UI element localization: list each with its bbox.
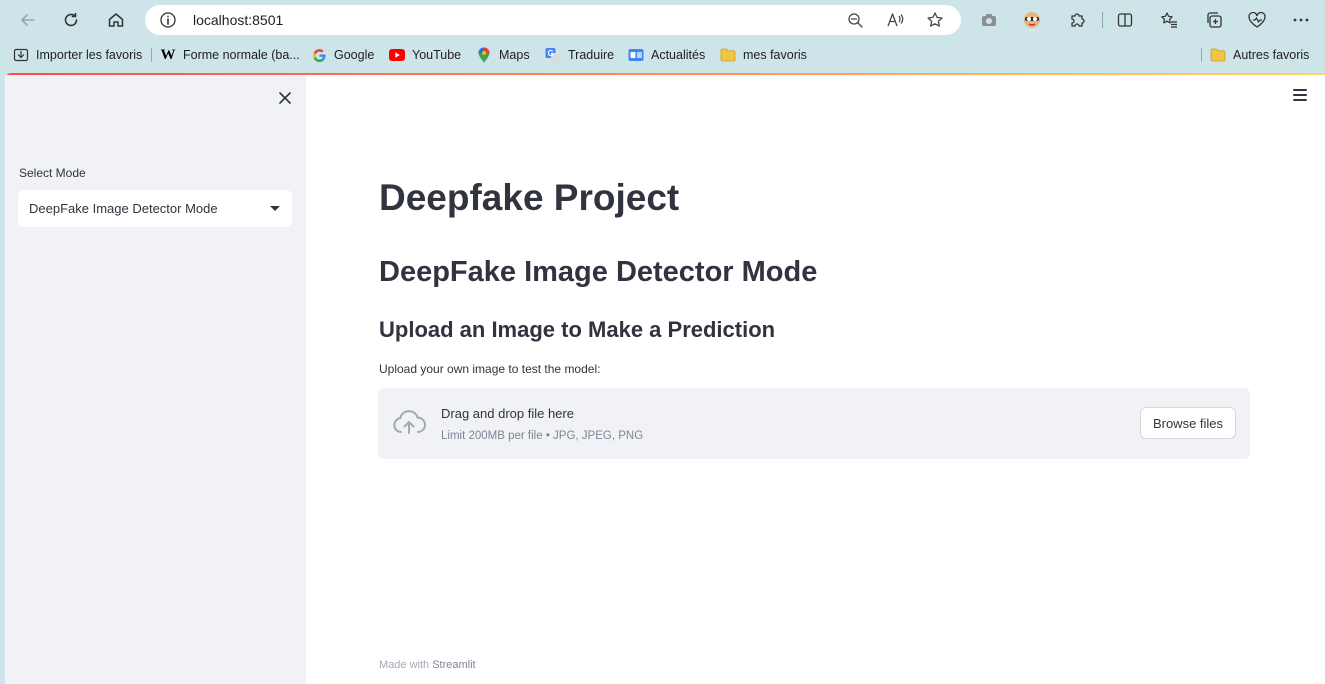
bookmark-import-favorites[interactable]: Importer les favoris [13,46,142,64]
bookmark-divider [151,48,152,62]
collections-icon[interactable] [1203,9,1225,31]
wikipedia-icon: W [160,46,176,63]
mode-select-value: DeepFake Image Detector Mode [29,201,218,216]
file-dropzone[interactable]: Drag and drop file here Limit 200MB per … [378,388,1250,459]
extensions-puzzle-icon[interactable] [1066,9,1088,31]
hamburger-menu-icon [1293,89,1307,101]
footer-prefix: Made with [379,659,430,671]
back-arrow-icon [21,14,35,26]
zoom-icon[interactable] [845,10,865,30]
read-aloud-icon[interactable] [885,10,905,30]
import-favorites-icon [13,47,29,63]
cloud-upload-icon [392,410,426,441]
chevron-down-icon [270,206,280,211]
main-menu-button[interactable] [1293,89,1307,101]
streamlit-link[interactable]: Streamlit [432,659,475,671]
dropzone-limit-text: Limit 200MB per file • JPG, JPEG, PNG [441,430,644,442]
uploader-label: Upload your own image to test the model: [379,362,601,376]
bookmark-traduire[interactable]: G Traduire [545,46,614,64]
bookmark-divider [1201,48,1202,62]
bookmark-label: Google [334,48,375,62]
home-button[interactable] [102,6,130,34]
bookmark-label: Maps [499,48,530,62]
bookmark-other-favorites[interactable]: Autres favoris [1210,46,1309,64]
youtube-icon [389,47,405,63]
bookmark-label: mes favoris [743,48,807,62]
folder-icon [1210,47,1226,63]
svg-text:G: G [548,49,554,58]
favorite-star-icon[interactable] [925,10,945,30]
app-page: Select Mode DeepFake Image Detector Mode… [5,73,1325,684]
bookmark-youtube[interactable]: YouTube [389,46,461,64]
browser-essentials-icon[interactable] [1246,9,1268,31]
bookmark-label: Forme normale (ba... [183,48,300,62]
camera-icon[interactable] [978,9,1000,31]
back-button[interactable] [14,6,42,34]
dropzone-instructions: Drag and drop file here [441,406,574,421]
translate-icon: G [545,47,561,63]
bookmark-label: Autres favoris [1233,48,1310,62]
mode-select[interactable]: DeepFake Image Detector Mode [18,190,292,227]
refresh-button[interactable] [57,6,85,34]
url-text[interactable]: localhost:8501 [193,12,283,28]
home-icon [108,13,124,27]
bookmark-actualites[interactable]: Actualités [628,46,705,64]
bookmark-google[interactable]: Google [311,46,374,64]
bookmarks-bar: Importer les favoris W Forme normale (ba… [0,40,1325,70]
page-title: Deepfake Project [379,177,680,218]
mode-heading: DeepFake Image Detector Mode [379,256,818,288]
bookmark-label: YouTube [412,48,462,62]
google-icon [311,47,327,63]
bookmark-label: Actualités [651,48,706,62]
address-bar[interactable]: localhost:8501 [145,5,961,35]
favorites-list-icon[interactable] [1158,9,1180,31]
bookmark-mes-favoris[interactable]: mes favoris [720,46,807,64]
refresh-icon [64,12,78,27]
site-info-icon[interactable] [159,11,177,34]
close-sidebar-button[interactable] [275,88,295,108]
folder-icon [720,47,736,63]
bookmark-maps[interactable]: Maps [476,46,530,64]
section-heading: Upload an Image to Make a Prediction [379,317,776,342]
news-icon [628,47,644,63]
more-options-icon[interactable] [1290,9,1312,31]
browse-files-button[interactable]: Browse files [1140,407,1236,439]
footer: Made with Streamlit [379,659,476,671]
maps-icon [476,47,492,63]
sidebar: Select Mode DeepFake Image Detector Mode [5,75,306,684]
split-screen-icon[interactable] [1114,9,1136,31]
bookmark-label: Traduire [568,48,615,62]
bookmark-wikipedia[interactable]: W Forme normale (ba... [160,46,300,64]
select-mode-label: Select Mode [19,166,86,180]
close-icon [279,92,291,104]
toolbar-divider [1102,12,1103,28]
browser-toolbar: localhost:8501 [0,0,1325,40]
extension-face-icon[interactable] [1021,9,1043,31]
bookmark-label: Importer les favoris [36,48,143,62]
